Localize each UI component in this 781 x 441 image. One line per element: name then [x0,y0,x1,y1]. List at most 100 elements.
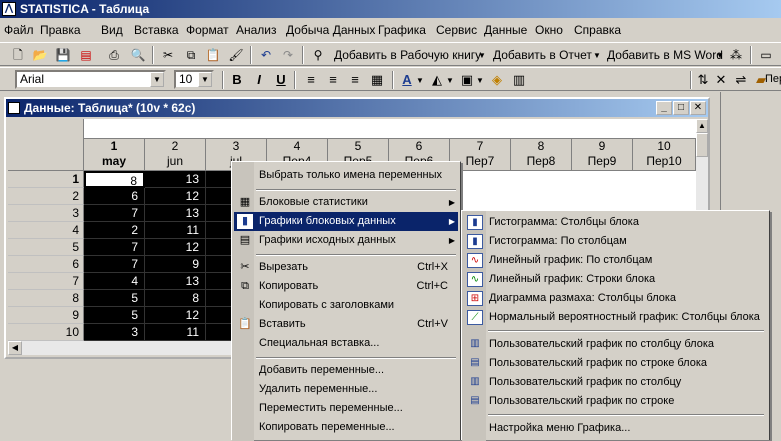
bold-button[interactable]: B [228,72,246,88]
row-header[interactable]: 8 [8,290,84,307]
chevron-down-icon[interactable]: ▼ [150,72,164,87]
font-name-select[interactable]: Arial ▼ [15,70,166,89]
menu-item-copy[interactable]: ⧉ Копировать Ctrl+C [234,277,458,296]
row-header[interactable]: 9 [8,307,84,324]
column-header[interactable]: 1 may [84,139,145,171]
format-painter-icon[interactable]: 🖌 [228,47,244,63]
font-color-icon[interactable]: A [398,72,416,88]
chevron-down-icon[interactable]: ▼ [478,51,486,60]
paste-icon[interactable]: 📋 [205,47,221,63]
sort-icon[interactable]: ⇅ [694,72,712,88]
submenu-item-hist-block[interactable]: ▮ Гистограмма: Столбцы блока [464,213,767,232]
fill-color-icon[interactable]: ◭ [428,72,446,88]
menu-file[interactable]: Файл [4,23,34,37]
tag-icon[interactable]: ◈ [488,72,506,88]
new-file-icon[interactable]: 🗋 [10,47,26,63]
chevron-down-icon[interactable]: ▼ [446,76,454,85]
menu-item-block-graphs[interactable]: ▮ Графики блоковых данных ▶ [234,212,458,231]
menu-graphs[interactable]: Графика [378,23,426,37]
add-to-report-button[interactable]: Добавить в Отчет [493,48,592,62]
menu-item-source-graphs[interactable]: ▤ Графики исходных данных ▶ [234,231,458,250]
close-button[interactable]: ✕ [690,101,706,115]
menu-analysis[interactable]: Анализ [236,23,277,37]
submenu-item-user-col-block[interactable]: ▥ Пользовательский график по столбцу блок… [464,335,767,354]
row-header[interactable]: 5 [8,239,84,256]
menu-edit[interactable]: Правка [40,23,81,37]
table-cell[interactable]: 7 [84,239,145,256]
table-cell[interactable]: 11 [145,324,206,341]
menu-data-mining[interactable]: Добыча Данных [286,23,375,37]
row-header[interactable]: 3 [8,205,84,222]
table-cell[interactable]: 13 [145,273,206,290]
print-preview-icon[interactable]: 🔍 [130,47,146,63]
table-cell[interactable]: 12 [145,307,206,324]
chevron-down-icon[interactable]: ▼ [416,76,424,85]
menu-view[interactable]: Вид [101,23,123,37]
cut-icon[interactable]: ✂ [160,47,176,63]
column-header[interactable]: 2 jun [145,139,206,171]
menu-format[interactable]: Формат [186,23,229,37]
submenu-item-settings[interactable]: Настройка меню Графика... [464,419,767,438]
print-icon[interactable]: ⎙ [106,47,122,63]
row-header[interactable]: 2 [8,188,84,205]
binoculars-icon[interactable]: ⚲ [310,47,326,63]
menu-tools[interactable]: Сервис [436,23,477,37]
chevron-down-icon[interactable]: ▼ [716,51,724,60]
column-header[interactable]: 9 Пер9 [572,139,633,171]
menu-help[interactable]: Справка [574,23,621,37]
menu-item-copy-vars[interactable]: Копировать переменные... [234,418,458,437]
table-cell[interactable]: 5 [84,307,145,324]
scroll-up-icon[interactable]: ▲ [696,119,708,133]
menu-item-copy-headers[interactable]: Копировать с заголовками [234,296,458,315]
submenu-item-user-row-block[interactable]: ▤ Пользовательский график по строке блока [464,354,767,373]
borders-icon[interactable]: ▣ [458,72,476,88]
table-cell[interactable]: 13 [145,205,206,222]
table-cell[interactable]: 8 [145,290,206,307]
underline-button[interactable]: U [272,72,290,88]
grid-corner[interactable] [8,119,84,171]
column-header[interactable]: 10 Пер10 [633,139,696,171]
row-header[interactable]: 4 [8,222,84,239]
variables-icon[interactable]: ✕ [712,72,730,88]
table-cell[interactable]: 6 [84,188,145,205]
submenu-item-line-rows[interactable]: ∿ Линейный график: Строки блока [464,270,767,289]
submenu-item-hist-cols[interactable]: ▮ Гистограмма: По столбцам [464,232,767,251]
undo-icon[interactable]: ↶ [258,47,274,63]
menu-item-delete-vars[interactable]: Удалить переменные... [234,380,458,399]
menu-item-select-names[interactable]: Выбрать только имена переменных [234,166,458,185]
submenu-item-normal-plot[interactable]: ⟋ Нормальный вероятностный график: Столбц… [464,308,767,327]
menu-item-add-vars[interactable]: Добавить переменные... [234,361,458,380]
menu-item-cut[interactable]: ✂ Вырезать Ctrl+X [234,258,458,277]
table-cell[interactable]: 2 [84,222,145,239]
open-folder-icon[interactable]: 📂 [32,47,48,63]
align-right-icon[interactable]: ≡ [346,72,364,88]
table-cell[interactable]: 11 [145,222,206,239]
table-cell[interactable]: 7 [84,205,145,222]
column-header[interactable]: 8 Пер8 [511,139,572,171]
right-toolbar-label[interactable]: Пере [765,73,781,85]
align-center-icon[interactable]: ≡ [324,72,342,88]
submenu-item-range-plot[interactable]: ⊞ Диаграмма размаха: Столбцы блока [464,289,767,308]
table-cell[interactable]: 5 [84,290,145,307]
menu-insert[interactable]: Вставка [134,23,179,37]
italic-button[interactable]: I [250,72,268,88]
row-header[interactable]: 1 [8,171,84,188]
table-cell[interactable]: 4 [84,273,145,290]
row-header[interactable]: 7 [8,273,84,290]
add-to-word-button[interactable]: Добавить в MS Word [607,48,723,62]
chevron-down-icon[interactable]: ▼ [476,76,484,85]
submenu-item-user-col[interactable]: ▥ Пользовательский график по столбцу [464,373,767,392]
table-cell[interactable]: 7 [84,256,145,273]
maximize-button[interactable]: □ [673,101,689,115]
table-cell[interactable]: 12 [145,188,206,205]
table-cell[interactable]: 3 [84,324,145,341]
menu-data[interactable]: Данные [484,23,527,37]
submenu-item-line-cols[interactable]: ∿ Линейный график: По столбцам [464,251,767,270]
row-header[interactable]: 6 [8,256,84,273]
cases-icon[interactable]: ⇌ [732,72,750,88]
grid-icon[interactable]: ▥ [510,72,528,88]
table-icon[interactable]: ▦ [368,72,386,88]
sparkle-icon[interactable]: ⁂ [728,47,744,63]
submenu-item-user-row[interactable]: ▤ Пользовательский график по строке [464,392,767,411]
chevron-down-icon[interactable]: ▼ [198,72,212,87]
